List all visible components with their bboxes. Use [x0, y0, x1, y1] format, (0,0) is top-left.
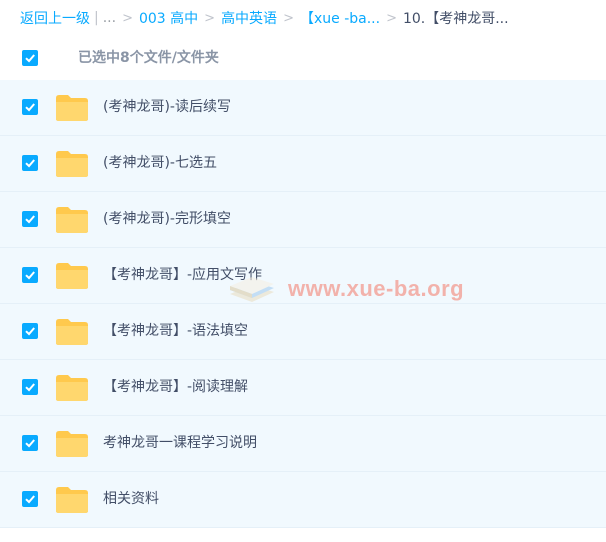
selection-header: 已选中8个文件/文件夹	[0, 36, 606, 80]
row-checkbox[interactable]	[22, 155, 38, 171]
file-row[interactable]: 【考神龙哥】-应用文写作	[0, 248, 606, 304]
file-name[interactable]: 考神龙哥一课程学习说明	[103, 416, 257, 471]
folder-icon	[56, 151, 88, 177]
file-row[interactable]: 相关资料	[0, 472, 606, 528]
folder-icon	[56, 487, 88, 513]
file-row[interactable]: 【考神龙哥】-语法填空	[0, 304, 606, 360]
breadcrumb-divider: |	[94, 10, 99, 26]
file-row[interactable]: (考神龙哥)-七选五	[0, 136, 606, 192]
row-checkbox[interactable]	[22, 379, 38, 395]
file-row[interactable]: 考神龙哥一课程学习说明	[0, 416, 606, 472]
select-all-checkbox[interactable]	[22, 50, 38, 66]
checkmark-icon	[25, 159, 35, 168]
file-name[interactable]: 【考神龙哥】-应用文写作	[103, 248, 262, 303]
folder-icon	[56, 375, 88, 401]
row-checkbox[interactable]	[22, 491, 38, 507]
file-name[interactable]: 【考神龙哥】-阅读理解	[103, 360, 248, 415]
file-name[interactable]: (考神龙哥)-读后续写	[103, 80, 231, 135]
file-name[interactable]: 相关资料	[103, 472, 159, 527]
row-checkbox[interactable]	[22, 267, 38, 283]
chevron-right-icon: >	[283, 10, 294, 26]
breadcrumb-item[interactable]: 003 高中	[139, 8, 198, 28]
file-name[interactable]: (考神龙哥)-完形填空	[103, 192, 231, 247]
row-checkbox[interactable]	[22, 99, 38, 115]
folder-icon	[56, 207, 88, 233]
back-link[interactable]: 返回上一级	[20, 8, 90, 28]
checkmark-icon	[25, 103, 35, 112]
breadcrumb-item[interactable]: 【xue -ba...	[300, 8, 380, 28]
file-name[interactable]: (考神龙哥)-七选五	[103, 136, 217, 191]
folder-icon	[56, 263, 88, 289]
chevron-right-icon: >	[122, 10, 133, 26]
file-list: (考神龙哥)-读后续写 (考神龙哥)-七选五 (考神龙哥)-完形填空 【考神龙哥…	[0, 80, 606, 528]
file-row[interactable]: (考神龙哥)-完形填空	[0, 192, 606, 248]
selection-count-label: 已选中8个文件/文件夹	[78, 50, 219, 66]
file-name[interactable]: 【考神龙哥】-语法填空	[103, 304, 248, 359]
breadcrumb: 返回上一级 | ... > 003 高中 > 高中英语 > 【xue -ba..…	[0, 0, 606, 36]
breadcrumb-ellipsis[interactable]: ...	[103, 10, 116, 26]
checkmark-icon	[25, 54, 35, 63]
row-checkbox[interactable]	[22, 211, 38, 227]
file-row[interactable]: (考神龙哥)-读后续写	[0, 80, 606, 136]
chevron-right-icon: >	[386, 10, 397, 26]
checkmark-icon	[25, 271, 35, 280]
checkmark-icon	[25, 215, 35, 224]
chevron-right-icon: >	[204, 10, 216, 26]
checkmark-icon	[25, 383, 35, 392]
row-checkbox[interactable]	[22, 323, 38, 339]
checkmark-icon	[25, 327, 35, 336]
folder-icon	[56, 95, 88, 121]
checkmark-icon	[25, 495, 35, 504]
breadcrumb-current: 10.【考神龙哥...	[402, 11, 509, 27]
folder-icon	[56, 319, 88, 345]
file-row[interactable]: 【考神龙哥】-阅读理解	[0, 360, 606, 416]
row-checkbox[interactable]	[22, 435, 38, 451]
breadcrumb-item[interactable]: 高中英语	[221, 8, 277, 28]
folder-icon	[56, 431, 88, 457]
checkmark-icon	[25, 439, 35, 448]
